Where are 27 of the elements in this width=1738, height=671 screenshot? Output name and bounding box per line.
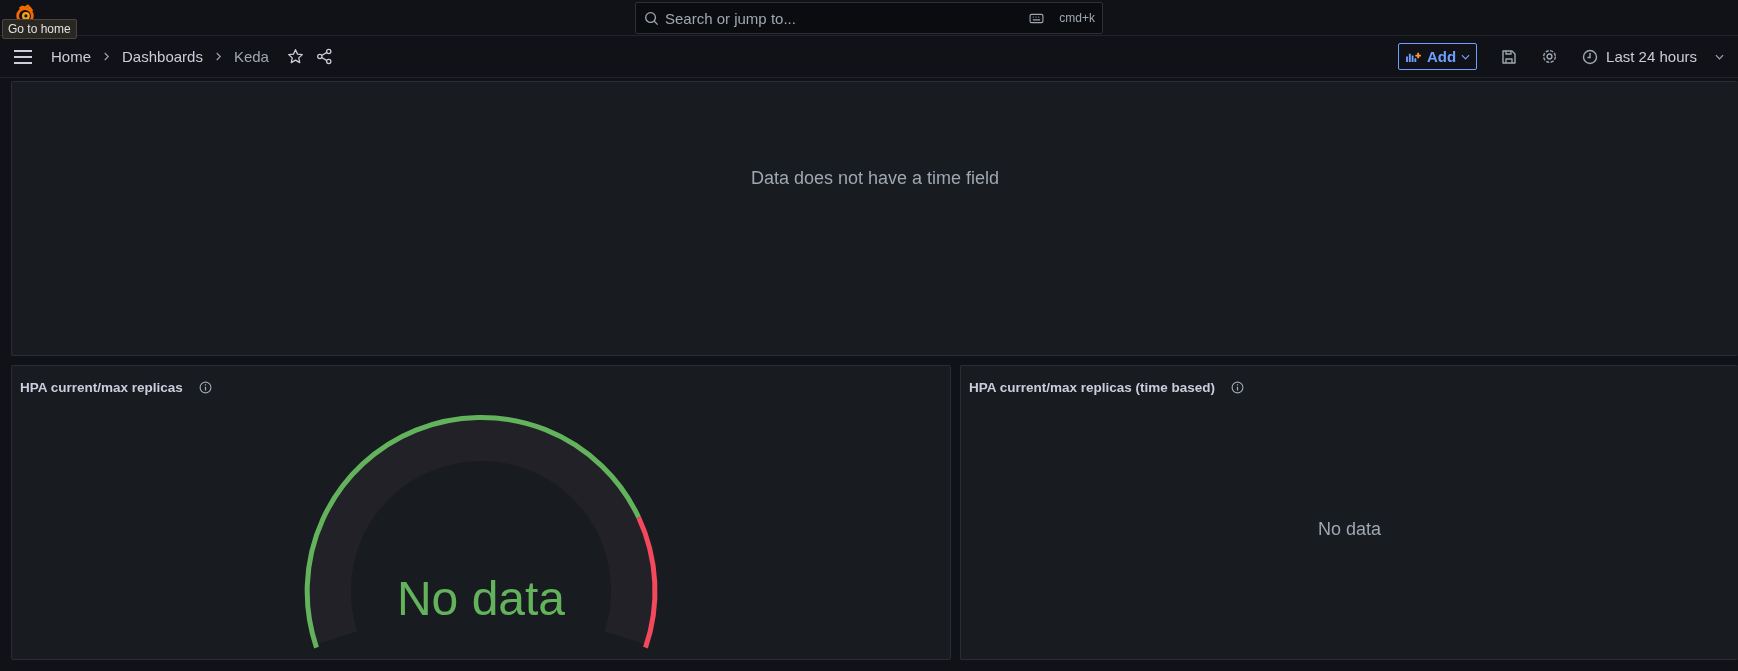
caret-icon [1461, 53, 1471, 60]
shortcut-hint: cmd+k [1059, 11, 1095, 25]
clock-icon [1582, 48, 1599, 65]
menu-icon[interactable] [13, 48, 33, 65]
chevron-icon [103, 52, 110, 61]
breadcrumb-link[interactable]: Home [51, 48, 91, 65]
breadcrumb-link[interactable]: Dashboards [122, 48, 203, 65]
panel-message: No data [1317, 518, 1381, 540]
info-icon[interactable] [1231, 380, 1245, 394]
tooltip: Go to home [2, 19, 77, 39]
info-icon[interactable] [198, 380, 212, 394]
panel-title: HPA current/max replicas (time based) [969, 379, 1216, 395]
breadcrumb-link[interactable]: Keda [233, 48, 269, 65]
search-icon [644, 11, 659, 26]
panel-title: HPA current/max replicas [20, 379, 183, 395]
panel-message: Data does not have a time field [750, 168, 1000, 189]
caret-icon [1715, 53, 1724, 60]
chart-add-icon [1404, 50, 1422, 63]
time-range-picker[interactable]: Last 24 hours [1582, 48, 1724, 65]
settings-icon[interactable] [1541, 48, 1559, 65]
add-button[interactable]: Add [1397, 43, 1478, 70]
star-icon[interactable] [286, 48, 304, 65]
share-icon[interactable] [315, 48, 333, 65]
chevron-icon [214, 52, 222, 61]
gauge-value: No data [396, 571, 566, 626]
keyboard-icon [1029, 13, 1044, 24]
save-icon[interactable] [1501, 48, 1518, 65]
